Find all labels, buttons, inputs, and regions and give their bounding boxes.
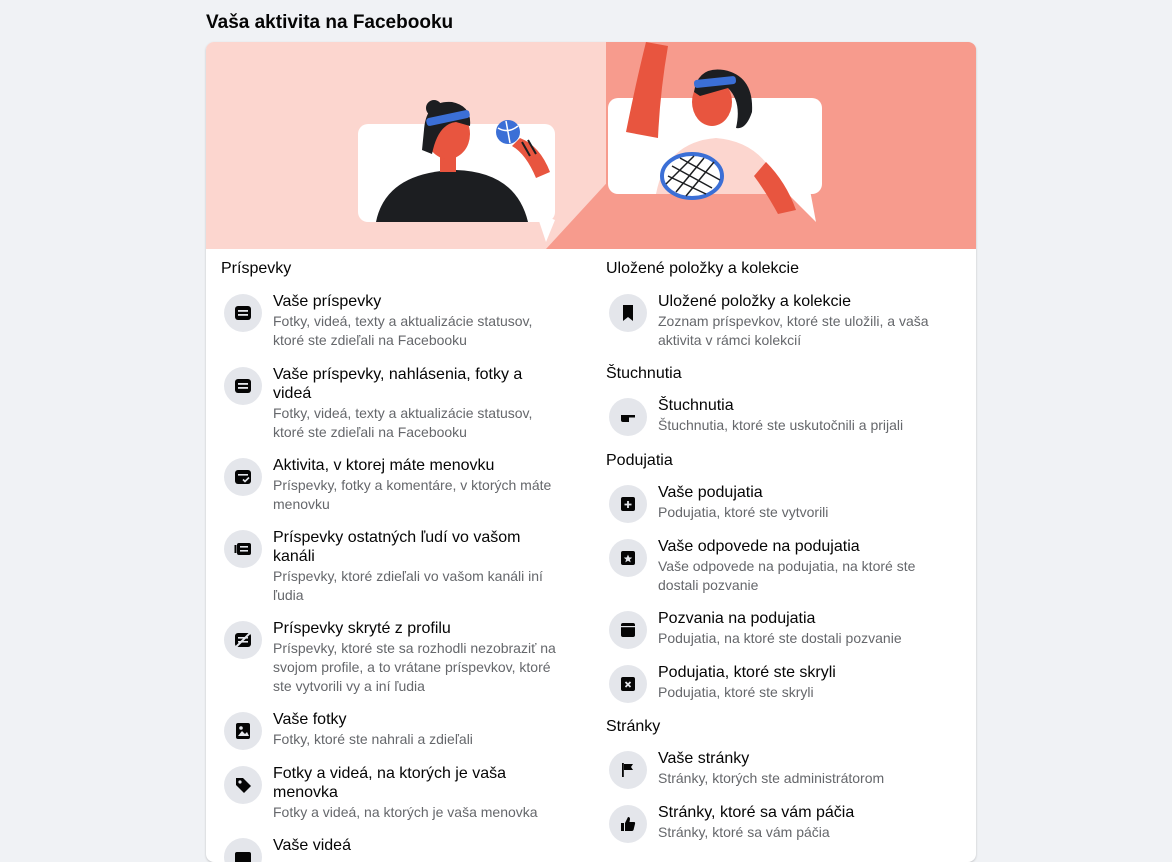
list-item-hidden-posts[interactable]: Príspevky skryté z profilu Príspevky, kt… <box>206 619 576 696</box>
item-description: Podujatia, ktoré ste skryli <box>658 684 814 700</box>
feed-posts-icon <box>224 530 262 568</box>
poke-icon <box>609 398 647 436</box>
item-title: Pozvania na podujatia <box>658 610 816 627</box>
item-title: Príspevky ostatných ľudí vo vašom kanáli <box>273 529 521 565</box>
item-description: Podujatia, na ktoré ste dostali pozvanie <box>658 630 902 646</box>
list-item-event-invites[interactable]: Pozvania na podujatia Podujatia, na ktor… <box>591 609 961 649</box>
item-title: Vaše odpovede na podujatia <box>658 538 860 555</box>
event-hidden-icon <box>609 665 647 703</box>
item-description: Príspevky, ktoré ste sa rozhodli nezobra… <box>273 640 556 694</box>
bookmark-icon <box>609 294 647 332</box>
item-title: Štuchnutia <box>658 397 734 414</box>
list-item-your-posts[interactable]: Vaše príspevky Fotky, videá, texty a akt… <box>206 292 576 350</box>
right-column: Uložené položky a kolekcie Uložené polož… <box>591 249 961 843</box>
section-title-saved: Uložené položky a kolekcie <box>606 260 799 277</box>
list-item-tagged-activity[interactable]: Aktivita, v ktorej máte menovku Príspevk… <box>206 456 576 514</box>
tag-icon <box>224 766 262 804</box>
item-description: Fotky, ktoré ste nahrali a zdieľali <box>273 731 473 747</box>
photo-icon <box>224 712 262 750</box>
flag-icon <box>609 751 647 789</box>
item-description: Stránky, ktorých ste administrátorom <box>658 770 885 786</box>
thumbs-up-icon <box>609 805 647 843</box>
list-item-your-videos[interactable]: Vaše videá <box>206 836 576 862</box>
event-invite-icon <box>609 611 647 649</box>
item-title: Vaše stránky <box>658 750 750 767</box>
list-item-saved-items[interactable]: Uložené položky a kolekcie Zoznam príspe… <box>591 292 961 350</box>
item-title: Vaše fotky <box>273 711 347 728</box>
item-title: Podujatia, ktoré ste skryli <box>658 664 836 681</box>
post-icon <box>224 367 262 405</box>
list-item-others-posts[interactable]: Príspevky ostatných ľudí vo vašom kanáli… <box>206 528 576 605</box>
section-title-events: Podujatia <box>606 452 673 469</box>
section-title-pages: Stránky <box>606 718 661 735</box>
tagged-post-icon <box>224 458 262 496</box>
event-add-icon <box>609 485 647 523</box>
item-description: Stránky, ktoré sa vám páčia <box>658 824 830 840</box>
page-title: Vaša aktivita na Facebooku <box>206 12 454 33</box>
item-title: Vaše podujatia <box>658 484 763 501</box>
item-description: Štuchnutia, ktoré ste uskutočnili a prij… <box>658 417 904 433</box>
list-item-pokes[interactable]: Štuchnutia Štuchnutia, ktoré ste uskutoč… <box>591 396 961 436</box>
item-title: Stránky, ktoré sa vám páčia <box>658 804 855 821</box>
item-description: Podujatia, ktoré ste vytvorili <box>658 504 829 520</box>
list-item-your-events[interactable]: Vaše podujatia Podujatia, ktoré ste vytv… <box>591 483 961 523</box>
item-title: Príspevky skryté z profilu <box>273 620 451 637</box>
list-item-your-photos[interactable]: Vaše fotky Fotky, ktoré ste nahrali a zd… <box>206 710 576 750</box>
activity-card: Príspevky Vaše príspevky Fotky, videá, t… <box>206 42 976 862</box>
list-item-event-responses[interactable]: Vaše odpovede na podujatia Vaše odpovede… <box>591 537 961 595</box>
event-star-icon <box>609 539 647 577</box>
video-icon <box>224 838 262 862</box>
item-title: Vaše príspevky, nahlásenia, fotky a vide… <box>273 366 523 402</box>
section-title-posts: Príspevky <box>221 260 292 277</box>
hidden-posts-icon <box>224 621 262 659</box>
list-item-tagged-photos[interactable]: Fotky a videá, na ktorých je vaša menovk… <box>206 764 576 822</box>
item-title: Vaše videá <box>273 837 351 854</box>
item-description: Fotky a videá, na ktorých je vaša menovk… <box>273 804 538 820</box>
list-item-liked-pages[interactable]: Stránky, ktoré sa vám páčia Stránky, kto… <box>591 803 961 843</box>
list-item-posts-checkins[interactable]: Vaše príspevky, nahlásenia, fotky a vide… <box>206 365 576 442</box>
item-description: Príspevky, ktoré zdieľali vo vašom kanál… <box>273 568 543 603</box>
item-description: Zoznam príspevkov, ktoré ste uložili, a … <box>658 313 929 348</box>
item-description: Príspevky, fotky a komentáre, v ktorých … <box>273 477 552 512</box>
banner-illustration <box>206 42 976 249</box>
item-description: Vaše odpovede na podujatia, na ktoré ste… <box>658 558 916 593</box>
item-title: Uložené položky a kolekcie <box>658 293 851 310</box>
item-description: Fotky, videá, texty a aktualizácie statu… <box>273 405 533 440</box>
item-title: Vaše príspevky <box>273 293 382 310</box>
post-icon <box>224 294 262 332</box>
item-title: Aktivita, v ktorej máte menovku <box>273 457 495 474</box>
list-item-your-pages[interactable]: Vaše stránky Stránky, ktorých ste admini… <box>591 749 961 789</box>
posts-column: Príspevky Vaše príspevky Fotky, videá, t… <box>206 249 576 862</box>
item-title: Fotky a videá, na ktorých je vaša menovk… <box>273 765 506 801</box>
section-title-pokes: Štuchnutia <box>606 365 682 382</box>
list-item-hidden-events[interactable]: Podujatia, ktoré ste skryli Podujatia, k… <box>591 663 961 703</box>
item-description: Fotky, videá, texty a aktualizácie statu… <box>273 313 533 348</box>
